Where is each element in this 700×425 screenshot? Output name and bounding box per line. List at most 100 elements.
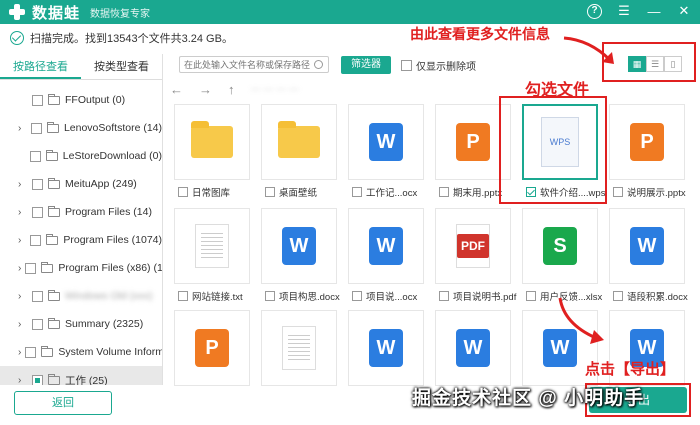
check-circle-icon bbox=[10, 31, 24, 45]
expand-chevron-icon[interactable]: › bbox=[18, 263, 21, 274]
tree-item[interactable]: › Program Files (14) bbox=[0, 198, 162, 226]
tree-checkbox[interactable] bbox=[32, 290, 43, 302]
file-thumbnail[interactable]: P bbox=[174, 310, 250, 386]
tree-item[interactable]: › MeituApp (249) bbox=[0, 170, 162, 198]
file-thumbnail[interactable] bbox=[261, 104, 337, 180]
tree-item[interactable]: FFOutput (0) bbox=[0, 86, 162, 114]
file-item[interactable]: W bbox=[348, 310, 424, 386]
file-checkbox[interactable] bbox=[178, 187, 188, 197]
tree-checkbox[interactable] bbox=[32, 178, 43, 190]
tree-checkbox[interactable] bbox=[32, 318, 43, 330]
expand-chevron-icon[interactable]: › bbox=[18, 347, 21, 358]
file-thumbnail[interactable]: W bbox=[348, 208, 424, 284]
back-button[interactable]: 返回 bbox=[14, 391, 112, 415]
only-deleted-toggle[interactable]: 仅显示删除项 bbox=[401, 58, 476, 73]
scan-status: 扫描完成。找到13543个文件共3.24 GB。 bbox=[10, 28, 233, 48]
menu-icon[interactable]: ☰ bbox=[616, 3, 632, 19]
tree-item[interactable]: › Windows Old (xxx) bbox=[0, 282, 162, 310]
tree-item[interactable]: › Program Files (x86) (1976 bbox=[0, 254, 162, 282]
expand-chevron-icon[interactable]: › bbox=[18, 235, 26, 246]
expand-chevron-icon[interactable]: › bbox=[18, 207, 28, 218]
tree-item-label: System Volume Informati bbox=[58, 346, 163, 358]
file-thumbnail[interactable] bbox=[174, 208, 250, 284]
grid-view-icon[interactable]: ▦ bbox=[628, 56, 646, 72]
tree-checkbox[interactable] bbox=[29, 150, 41, 162]
tab-by-type[interactable]: 按类型查看 bbox=[81, 54, 162, 79]
tree-checkbox[interactable] bbox=[30, 234, 42, 246]
tree-checkbox[interactable] bbox=[32, 206, 43, 218]
expand-chevron-icon[interactable]: › bbox=[18, 291, 28, 302]
file-item[interactable]: W 语段积累.docx bbox=[609, 208, 688, 303]
file-item[interactable]: PDF 项目说明书.pdf bbox=[435, 208, 516, 303]
file-checkbox[interactable] bbox=[352, 187, 362, 197]
search-input[interactable] bbox=[184, 59, 314, 70]
minimize-icon[interactable]: — bbox=[646, 4, 662, 19]
file-thumbnail[interactable]: W bbox=[348, 104, 424, 180]
list-view-icon[interactable]: ☰ bbox=[646, 56, 664, 72]
file-checkbox[interactable] bbox=[439, 187, 449, 197]
file-checkbox[interactable] bbox=[265, 187, 275, 197]
file-item[interactable]: 日常图库 bbox=[174, 104, 250, 199]
file-checkbox[interactable] bbox=[178, 291, 188, 301]
tree-item[interactable]: › System Volume Informati bbox=[0, 338, 162, 366]
tree-checkbox[interactable] bbox=[32, 374, 43, 385]
file-thumbnail[interactable]: W bbox=[348, 310, 424, 386]
word-file-icon: W bbox=[282, 227, 316, 265]
file-checkbox[interactable] bbox=[265, 291, 275, 301]
file-item[interactable]: 网站链接.txt bbox=[174, 208, 250, 303]
file-thumbnail[interactable] bbox=[261, 310, 337, 386]
tree-item-label: Program Files (x86) (1976 bbox=[58, 262, 163, 274]
file-item[interactable]: P 说明展示.pptx bbox=[609, 104, 686, 199]
file-item[interactable]: S 用户反馈...xlsx bbox=[522, 208, 602, 303]
tree-item[interactable]: › 工作 (25) bbox=[0, 366, 162, 385]
file-thumbnail[interactable]: W bbox=[261, 208, 337, 284]
file-item[interactable]: W 项目说...ocx bbox=[348, 208, 424, 303]
file-item[interactable]: W 项目构思.docx bbox=[261, 208, 340, 303]
file-checkbox[interactable] bbox=[613, 187, 623, 197]
file-thumbnail[interactable]: W bbox=[609, 208, 685, 284]
tab-by-path[interactable]: 按路径查看 bbox=[0, 54, 81, 79]
search-icon[interactable] bbox=[314, 60, 323, 69]
tree-checkbox[interactable] bbox=[30, 122, 42, 134]
up-arrow-icon[interactable]: ↑ bbox=[228, 82, 235, 97]
tree-checkbox[interactable] bbox=[25, 346, 37, 358]
tree-item[interactable]: › Summary (2325) bbox=[0, 310, 162, 338]
tree-item[interactable]: › Program Files (1074) bbox=[0, 226, 162, 254]
detail-view-icon[interactable]: ▯ bbox=[664, 56, 682, 72]
file-checkbox[interactable] bbox=[352, 291, 362, 301]
tree-item[interactable]: LeStoreDownload (0) bbox=[0, 142, 162, 170]
file-item[interactable]: W bbox=[435, 310, 511, 386]
tree-item-label: Program Files (14) bbox=[65, 206, 152, 218]
filter-button[interactable]: 筛选器 bbox=[341, 56, 391, 74]
help-icon[interactable]: ? bbox=[587, 3, 602, 19]
close-icon[interactable]: ✕ bbox=[676, 3, 692, 19]
expand-chevron-icon[interactable]: › bbox=[18, 375, 28, 386]
expand-chevron-icon[interactable]: › bbox=[18, 179, 28, 190]
only-deleted-checkbox[interactable] bbox=[401, 60, 412, 71]
back-arrow-icon[interactable]: ← bbox=[170, 82, 183, 97]
file-item[interactable]: 桌面壁纸 bbox=[261, 104, 337, 199]
file-thumbnail[interactable]: P bbox=[609, 104, 685, 180]
file-thumbnail[interactable]: W bbox=[435, 310, 511, 386]
tree-item[interactable]: › LenovoSoftstore (14) bbox=[0, 114, 162, 142]
expand-chevron-icon[interactable]: › bbox=[18, 319, 28, 330]
file-checkbox[interactable] bbox=[439, 291, 449, 301]
file-checkbox[interactable] bbox=[526, 291, 536, 301]
ppt-file-icon: P bbox=[195, 329, 229, 367]
file-thumbnail[interactable] bbox=[174, 104, 250, 180]
current-path: ··· ··· ··· ··· bbox=[250, 83, 299, 95]
tree-checkbox[interactable] bbox=[32, 94, 43, 106]
file-thumbnail[interactable]: S bbox=[522, 208, 598, 284]
view-switcher: ▦ ☰ ▯ bbox=[628, 56, 682, 72]
file-item[interactable] bbox=[261, 310, 337, 386]
forward-arrow-icon[interactable]: → bbox=[199, 82, 212, 97]
file-thumbnail[interactable]: PDF bbox=[435, 208, 511, 284]
word-file-icon: W bbox=[630, 227, 664, 265]
expand-chevron-icon[interactable]: › bbox=[18, 123, 27, 134]
search-box[interactable] bbox=[179, 56, 329, 73]
tree-checkbox[interactable] bbox=[25, 262, 37, 274]
file-item[interactable]: W 工作记...ocx bbox=[348, 104, 424, 199]
folder-icon bbox=[48, 205, 60, 217]
file-item[interactable]: P bbox=[174, 310, 250, 386]
tree-item-label: LenovoSoftstore (14) bbox=[63, 122, 162, 134]
